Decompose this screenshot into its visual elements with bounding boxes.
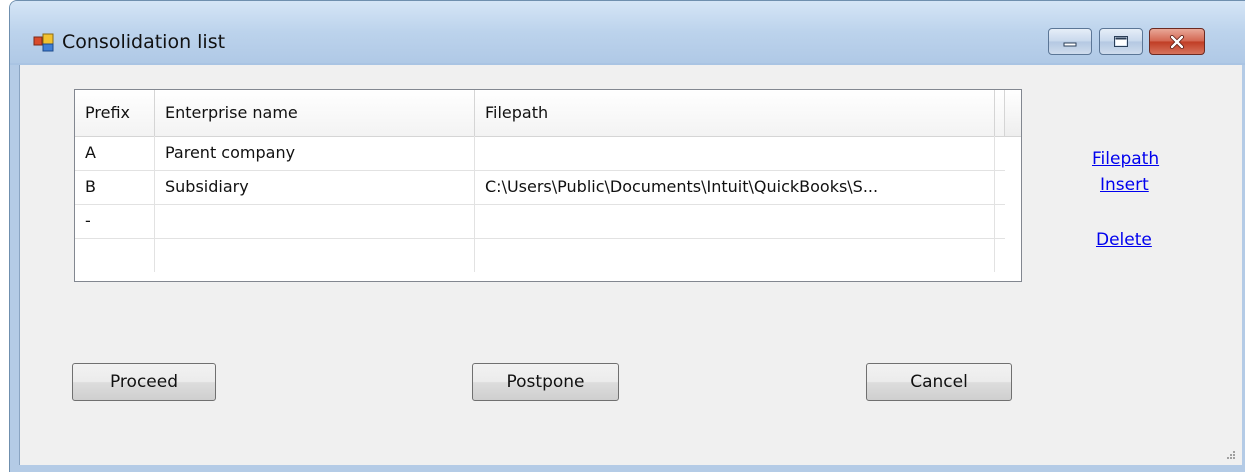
grid-header: Prefix Enterprise name Filepath — [75, 90, 1021, 137]
cell-prefix[interactable] — [75, 238, 155, 272]
cell-prefix[interactable]: - — [75, 204, 155, 238]
column-header-enterprise-name[interactable]: Enterprise name — [155, 90, 475, 136]
column-header-prefix[interactable]: Prefix — [75, 90, 155, 136]
proceed-button[interactable]: Proceed — [72, 363, 216, 401]
title-bar[interactable]: Consolidation list — [10, 1, 1245, 63]
table-row-empty[interactable] — [75, 238, 1005, 272]
maximize-icon — [1114, 36, 1128, 47]
dialog-client-area: Prefix Enterprise name Filepath A Parent… — [19, 65, 1242, 465]
cell-enterprise-name[interactable] — [155, 238, 475, 272]
filepath-link[interactable]: Filepath — [1092, 149, 1159, 169]
table-row[interactable]: - — [75, 204, 1005, 239]
close-icon — [1170, 34, 1184, 49]
minimize-button[interactable] — [1048, 28, 1092, 55]
column-header-filepath[interactable]: Filepath — [475, 90, 995, 136]
consolidation-grid[interactable]: Prefix Enterprise name Filepath A Parent… — [74, 89, 1022, 282]
cell-filepath[interactable]: C:\Users\Public\Documents\Intuit\QuickBo… — [475, 170, 995, 204]
resize-grip-icon[interactable] — [1224, 447, 1236, 459]
close-button[interactable] — [1149, 28, 1205, 55]
maximize-button[interactable] — [1099, 28, 1143, 55]
cell-prefix[interactable]: A — [75, 136, 155, 170]
app-icon — [33, 31, 55, 53]
cancel-button[interactable]: Cancel — [866, 363, 1012, 401]
cell-prefix[interactable]: B — [75, 170, 155, 204]
table-row[interactable]: B Subsidiary C:\Users\Public\Documents\I… — [75, 170, 1005, 205]
cell-enterprise-name[interactable]: Parent company — [155, 136, 475, 170]
insert-link[interactable]: Insert — [1100, 175, 1149, 195]
table-row[interactable]: A Parent company — [75, 136, 1005, 171]
delete-link[interactable]: Delete — [1096, 230, 1152, 250]
cell-filepath[interactable] — [475, 136, 995, 170]
cell-filepath[interactable] — [475, 204, 995, 238]
postpone-button[interactable]: Postpone — [472, 363, 619, 401]
cell-enterprise-name[interactable]: Subsidiary — [155, 170, 475, 204]
minimize-icon — [1063, 42, 1077, 46]
consolidation-list-window: Consolidation list Prefix Enterprise nam… — [9, 0, 1245, 472]
cell-filepath[interactable] — [475, 238, 995, 272]
cell-enterprise-name[interactable] — [155, 204, 475, 238]
window-title: Consolidation list — [62, 31, 226, 53]
header-filler — [1004, 90, 1021, 136]
